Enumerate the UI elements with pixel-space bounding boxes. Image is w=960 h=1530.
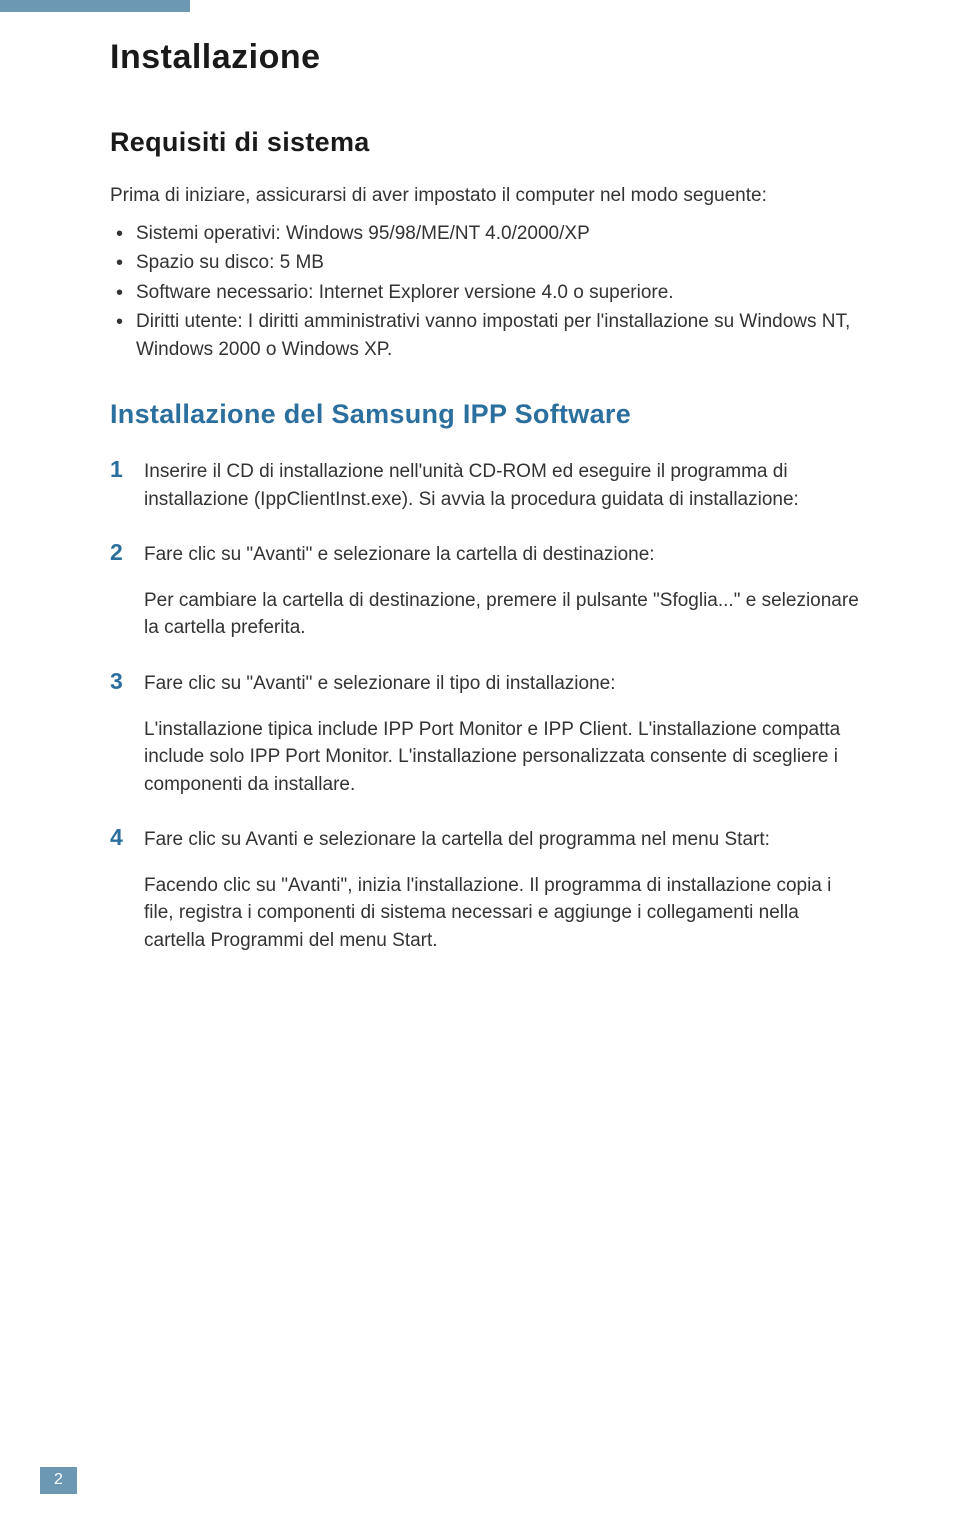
step-item: Fare clic su Avanti e selezionare la car… <box>144 826 860 954</box>
step-main-text: Fare clic su "Avanti" e selezionare la c… <box>144 541 860 569</box>
list-item: Software necessario: Internet Explorer v… <box>136 279 860 307</box>
step-item: Fare clic su "Avanti" e selezionare il t… <box>144 670 860 798</box>
list-item: Diritti utente: I diritti amministrativi… <box>136 308 860 363</box>
list-item: Spazio su disco: 5 MB <box>136 249 860 277</box>
intro-paragraph: Prima di iniziare, assicurarsi di aver i… <box>110 182 860 210</box>
step-sub-text: Per cambiare la cartella di destinazione… <box>144 587 860 642</box>
step-main-text: Fare clic su "Avanti" e selezionare il t… <box>144 670 860 698</box>
section-heading-requirements: Requisiti di sistema <box>110 127 860 158</box>
requirements-list: Sistemi operativi: Windows 95/98/ME/NT 4… <box>110 220 860 364</box>
step-sub-text: L'installazione tipica include IPP Port … <box>144 716 860 799</box>
header-accent-bar <box>0 0 190 12</box>
step-item: Inserire il CD di installazione nell'uni… <box>144 458 860 513</box>
step-item: Fare clic su "Avanti" e selezionare la c… <box>144 541 860 642</box>
list-item: Sistemi operativi: Windows 95/98/ME/NT 4… <box>136 220 860 248</box>
step-sub-text: Facendo clic su "Avanti", inizia l'insta… <box>144 872 860 955</box>
step-main-text: Fare clic su Avanti e selezionare la car… <box>144 826 860 854</box>
step-main-text: Inserire il CD di installazione nell'uni… <box>144 458 860 513</box>
install-steps: Inserire il CD di installazione nell'uni… <box>110 458 860 954</box>
page-content: Installazione Requisiti di sistema Prima… <box>0 0 960 954</box>
page-number-badge: 2 <box>40 1467 77 1494</box>
page-title: Installazione <box>110 38 860 77</box>
section-heading-install: Installazione del Samsung IPP Software <box>110 399 860 430</box>
